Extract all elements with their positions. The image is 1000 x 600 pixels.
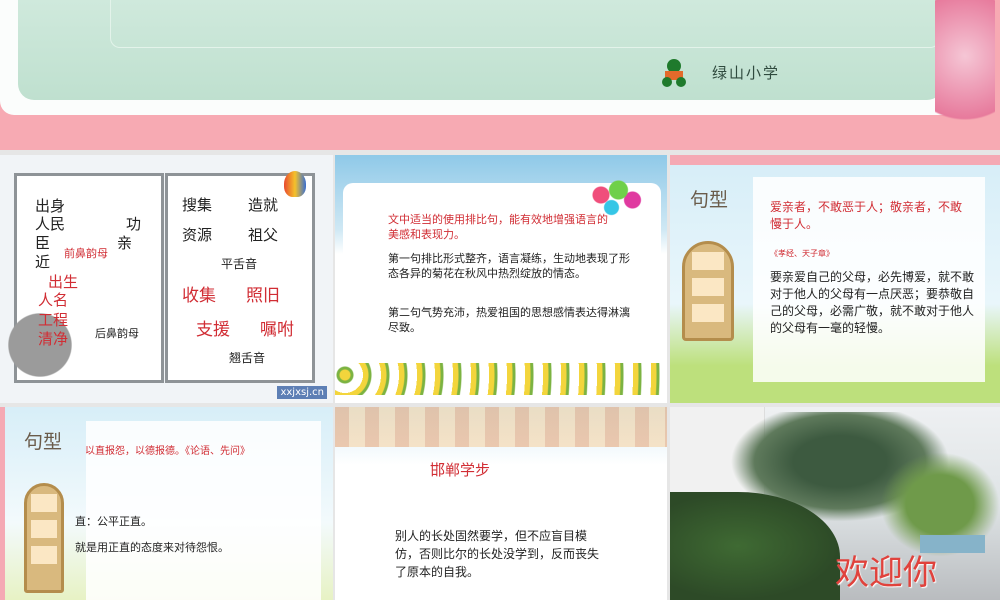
word: 功 [126,215,142,233]
red-word: 支援 [196,320,230,340]
word: 人民 [35,215,66,233]
word: 搜集 [182,196,213,214]
school-logo-text: 绿山小学 [712,64,781,82]
slide-title: 邯郸学步 [430,461,491,479]
panel-inner-border [110,0,940,48]
pink-edge [0,407,5,600]
word: 祖父 [248,226,279,244]
watermark: xxjxsj.cn [277,386,327,399]
children-train-illustration [335,407,667,447]
slide-thumbnail-5[interactable]: 邯郸学步 别人的长处固然要学，但不应盲目模仿，否则比尔的长处没学到，反而丧失了原… [335,407,667,600]
slide-thumbnail-2[interactable]: 文中适当的使用排比句，能有效地增强语言的美感和表现力。 第一句排比形式整齐，语言… [335,155,667,403]
sentence-pattern-badge: 句型 [24,431,63,453]
label-retroflex: 翘舌音 [229,351,266,365]
wooden-sign-icon [24,483,64,593]
label-front-nasal: 前鼻韵母 [64,247,108,260]
word: 资源 [182,226,213,244]
word: 造就 [248,196,279,214]
paragraph: 第一句排比形式整齐，语言凝练，生动地表现了形态各异的菊花在秋风中热烈绽放的情态。 [388,252,630,280]
body-text: 别人的长处固然要学，但不应盲目模仿，否则比尔的长处没学到，反而丧失了原本的自我。 [395,529,600,579]
red-word: 工程 [38,311,69,329]
label-back-nasal: 后鼻韵母 [95,327,139,340]
red-text: 文中适当的使用排比句，能有效地增强语言的美感和表现力。 [388,213,608,241]
red-word: 收集 [182,286,216,306]
line: 就是用正直的态度来对待怨恨。 [75,541,229,554]
word: 臣 [35,234,51,252]
source: 《孝经、天子章》 [770,249,834,258]
paragraph: 第二句气势充沛，热爱祖国的思想感情表达得淋漓尽致。 [388,306,630,334]
slide-thumbnail-6[interactable]: 欢迎你 [670,407,1000,600]
wooden-sign-icon [682,241,734,341]
slide-thumbnail-4[interactable]: 句型 以直报怨，以德报德。《论语、先问》 直：公平正直。 就是用正直的态度来对待… [0,407,333,600]
red-word: 照旧 [246,286,280,306]
word: 亲 [117,234,133,252]
red-text: 爱亲者，不敢恶于人；敬亲者，不敢慢于人。 [770,200,963,231]
body-text: 要亲爱自己的父母，必先博爱，就不敢对于他人的父母有一点厌恶；要恭敬自己的父母，必… [770,270,975,335]
pink-drop-decoration [935,0,995,140]
slide-thumbnail-1[interactable]: 出身 人民 臣 近 功 亲 前鼻韵母 出生 人名 工程 清净 后鼻韵母 搜集 造… [0,155,333,403]
slide-thumbnail-top[interactable]: 绿山小学 [0,0,1000,150]
school-logo-icon [662,59,686,87]
red-text: 以直报怨，以德报德。《论语、先问》 [85,446,250,457]
sentence-pattern-badge: 句型 [690,189,729,211]
slide-thumbnail-3[interactable]: 句型 爱亲者，不敢恶于人；敬亲者，不敢慢于人。 《孝经、天子章》 要亲爱自己的父… [670,155,1000,403]
hot-air-balloon-icon [284,171,306,197]
flowers-border [335,363,667,395]
word: 近 [35,253,51,271]
red-word: 嘱咐 [260,320,294,340]
label-flat-tongue: 平舌音 [221,257,258,271]
line: 直：公平正直。 [75,515,152,528]
red-word: 人名 [38,291,69,309]
welcome-caption: 欢迎你 [835,553,937,593]
red-word: 清净 [38,330,69,348]
